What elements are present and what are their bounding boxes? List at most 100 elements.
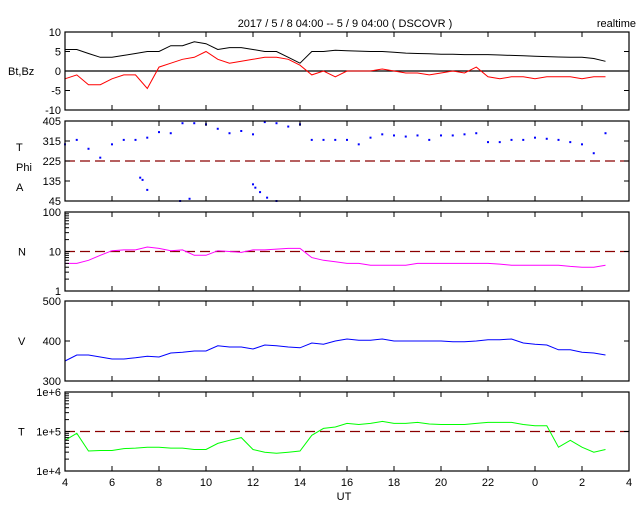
series-phi-point bbox=[463, 133, 466, 136]
series-phi-point bbox=[111, 143, 113, 146]
panel-label: Phi bbox=[16, 162, 32, 174]
series-phi-point bbox=[216, 127, 219, 130]
panel-label: V bbox=[18, 336, 26, 348]
series-phi-point bbox=[581, 143, 583, 146]
series-phi-point bbox=[310, 138, 313, 141]
panel-0: 1050-5-10Bt,Bz bbox=[8, 27, 630, 117]
x-tick-label: 0 bbox=[532, 477, 538, 489]
y-tick-label: -5 bbox=[51, 86, 61, 98]
panel-label: Bt,Bz bbox=[8, 66, 34, 78]
series-phi-point bbox=[369, 136, 372, 139]
series-bt-line bbox=[65, 41, 606, 64]
x-tick-label: 14 bbox=[294, 477, 306, 489]
series-phi-point bbox=[428, 138, 431, 141]
series-phi-point bbox=[193, 122, 196, 125]
series-phi-point bbox=[99, 156, 102, 159]
series-phi-point bbox=[522, 138, 525, 141]
series-phi-point bbox=[545, 137, 548, 140]
y-tick-label: 225 bbox=[43, 156, 61, 168]
series-phi-point bbox=[510, 138, 513, 141]
solar-wind-chart: 2017 / 5 / 8 04:00 -- 5 / 9 04:00 ( DSCO… bbox=[8, 18, 636, 503]
panel-label: T bbox=[16, 142, 23, 154]
series-bz-line bbox=[64, 50, 606, 90]
x-axis-label: UT bbox=[337, 491, 352, 503]
series-phi-point bbox=[146, 136, 149, 139]
series-phi-point bbox=[451, 134, 454, 137]
panel-4: 1e+6 1e+5 1e+4 T bbox=[18, 387, 630, 478]
series-phi-point bbox=[498, 141, 501, 144]
panel-frame bbox=[64, 300, 630, 382]
series-phi-point bbox=[275, 122, 278, 125]
panel-label: T bbox=[18, 427, 25, 439]
series-phi-point bbox=[122, 138, 125, 141]
y-tick-label: 135 bbox=[43, 176, 61, 188]
series-t-line bbox=[64, 420, 606, 454]
y-tick-label: 10 bbox=[49, 27, 61, 39]
x-tick-label: 4 bbox=[626, 477, 632, 489]
series-phi-point bbox=[357, 143, 360, 146]
series-v-line bbox=[64, 338, 606, 362]
y-tick-label: 1e+5 bbox=[36, 427, 61, 439]
series-phi-point bbox=[287, 125, 290, 128]
series-phi-point bbox=[534, 136, 536, 139]
x-tick-label: 10 bbox=[200, 477, 212, 489]
series-phi-point bbox=[134, 138, 137, 141]
panel-3: 500400300V bbox=[18, 296, 630, 388]
series-phi-point bbox=[334, 138, 337, 141]
series-phi-point bbox=[404, 135, 407, 138]
y-tick-label: 1e+6 bbox=[36, 387, 61, 399]
series-phi-point bbox=[266, 196, 269, 199]
panel-label: N bbox=[18, 247, 26, 259]
series-phi-point bbox=[139, 176, 142, 179]
x-tick-label: 6 bbox=[109, 477, 115, 489]
series-phi-point bbox=[141, 178, 144, 181]
series-phi-point bbox=[416, 134, 419, 137]
series-phi-point bbox=[158, 131, 160, 134]
series-phi-point bbox=[475, 132, 478, 135]
panel-1: 40531522513545TPhiA bbox=[16, 116, 630, 208]
y-tick-label: 100 bbox=[43, 207, 61, 219]
y-tick-label: 500 bbox=[43, 296, 61, 308]
series-phi-point bbox=[569, 141, 572, 144]
series-phi-point bbox=[557, 138, 560, 141]
y-tick-label: 5 bbox=[55, 47, 61, 59]
series-phi-point bbox=[146, 188, 149, 191]
series-n-line bbox=[65, 246, 606, 268]
x-tick-label: 18 bbox=[388, 477, 400, 489]
panel-label: A bbox=[16, 182, 24, 194]
series-phi-point bbox=[169, 132, 172, 135]
series-phi-point bbox=[487, 141, 489, 144]
x-tick-label: 16 bbox=[341, 477, 353, 489]
series-phi-point bbox=[592, 152, 595, 155]
series-phi-point bbox=[181, 122, 184, 125]
series-phi-point bbox=[259, 191, 262, 194]
x-tick-label: 12 bbox=[247, 477, 259, 489]
y-tick-label: 1e+4 bbox=[36, 466, 61, 478]
x-tick-label: 4 bbox=[62, 477, 68, 489]
x-tick-label: 20 bbox=[435, 477, 447, 489]
series-phi-point bbox=[87, 147, 90, 150]
realtime-badge: realtime bbox=[597, 18, 636, 30]
series-phi-point bbox=[381, 133, 384, 136]
x-tick-label: 8 bbox=[156, 477, 162, 489]
series-phi-point bbox=[240, 130, 243, 132]
y-tick-label: 315 bbox=[43, 136, 61, 148]
series-phi-point bbox=[254, 186, 257, 189]
chart-title: 2017 / 5 / 8 04:00 -- 5 / 9 04:00 ( DSCO… bbox=[238, 18, 453, 30]
series-phi-point bbox=[188, 197, 191, 200]
series-phi-point bbox=[440, 134, 442, 137]
y-tick-label: 10 bbox=[49, 247, 61, 259]
x-tick-label: 22 bbox=[482, 477, 494, 489]
series-phi-point bbox=[393, 134, 395, 137]
y-tick-label: 400 bbox=[43, 336, 61, 348]
y-tick-label: 0 bbox=[55, 66, 61, 78]
series-phi-point bbox=[75, 138, 78, 141]
x-tick-label: 2 bbox=[579, 477, 585, 489]
series-phi-point bbox=[252, 183, 254, 186]
series-phi-point bbox=[252, 133, 254, 136]
series-phi-point bbox=[228, 132, 231, 135]
panel-2: 100101N bbox=[18, 207, 630, 298]
series-phi-point bbox=[346, 138, 348, 141]
series-phi-point bbox=[604, 132, 607, 135]
series-phi-point bbox=[322, 138, 325, 141]
